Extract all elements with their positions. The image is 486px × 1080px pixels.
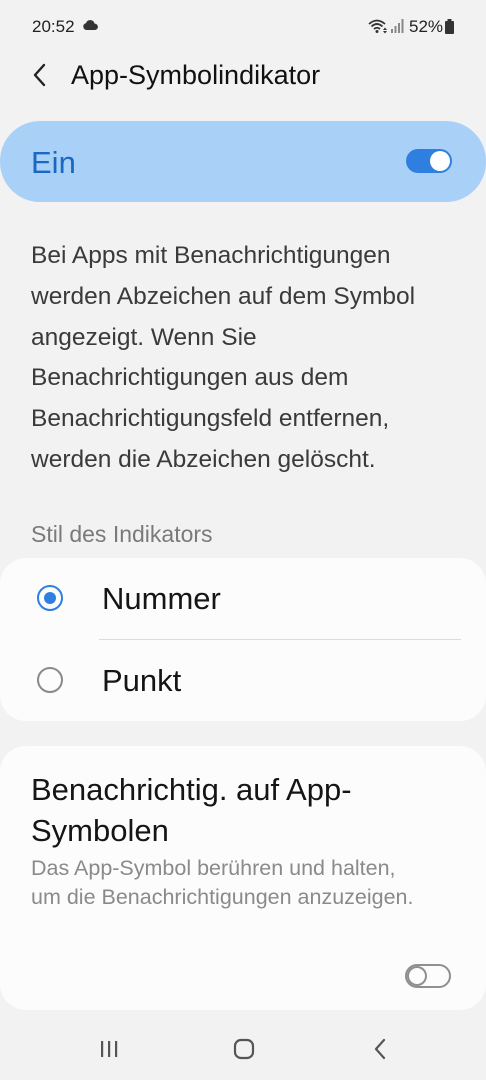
cloud-icon <box>83 20 98 30</box>
radio-button-unselected[interactable] <box>37 667 63 693</box>
navigation-bar <box>0 1020 486 1080</box>
radio-option-nummer[interactable]: Nummer <box>0 558 486 640</box>
master-switch-label: Ein <box>31 145 76 180</box>
status-time: 20:52 <box>32 17 75 36</box>
nav-back-button[interactable] <box>365 1034 395 1064</box>
page-title: App-Symbolindikator <box>71 60 321 90</box>
battery-level: 52% <box>409 17 444 36</box>
app-icon-notifications-card[interactable]: Benachrichtig. auf App-Symbolen Das App-… <box>0 746 486 1010</box>
battery-icon <box>445 19 454 34</box>
signal-icon <box>391 19 404 33</box>
toggle-knob <box>430 151 450 171</box>
app-icon-notifications-title: Benachrichtig. auf App-Symbolen <box>31 772 352 848</box>
master-toggle[interactable] <box>406 149 452 173</box>
home-icon <box>233 1038 255 1060</box>
wifi-icon <box>368 19 387 34</box>
recent-apps-button[interactable] <box>94 1034 124 1064</box>
radio-label: Nummer <box>102 581 221 616</box>
master-switch-bar[interactable]: Ein <box>0 121 486 202</box>
back-icon <box>374 1038 386 1060</box>
recent-apps-icon <box>101 1041 118 1057</box>
toggle-knob <box>407 966 427 986</box>
radio-label: Punkt <box>102 663 182 698</box>
app-bar: App-Symbolindikator <box>0 54 486 100</box>
home-button[interactable] <box>229 1034 259 1064</box>
radio-option-punkt[interactable]: Punkt <box>0 640 486 721</box>
back-button[interactable] <box>24 60 54 90</box>
status-bar: 20:52 52% <box>0 0 486 54</box>
app-icon-notifications-toggle[interactable] <box>405 964 451 988</box>
section-header-indicator-style: Stil des Indikators <box>31 521 213 547</box>
app-icon-notifications-subtitle: Das App-Symbol berühren und halten, um d… <box>31 856 414 909</box>
radio-button-selected[interactable] <box>37 585 63 611</box>
feature-description: Bei Apps mit Benachrichtigungen werden A… <box>31 242 416 473</box>
indicator-style-card: Nummer Punkt <box>0 558 486 721</box>
chevron-left-icon <box>33 63 46 87</box>
